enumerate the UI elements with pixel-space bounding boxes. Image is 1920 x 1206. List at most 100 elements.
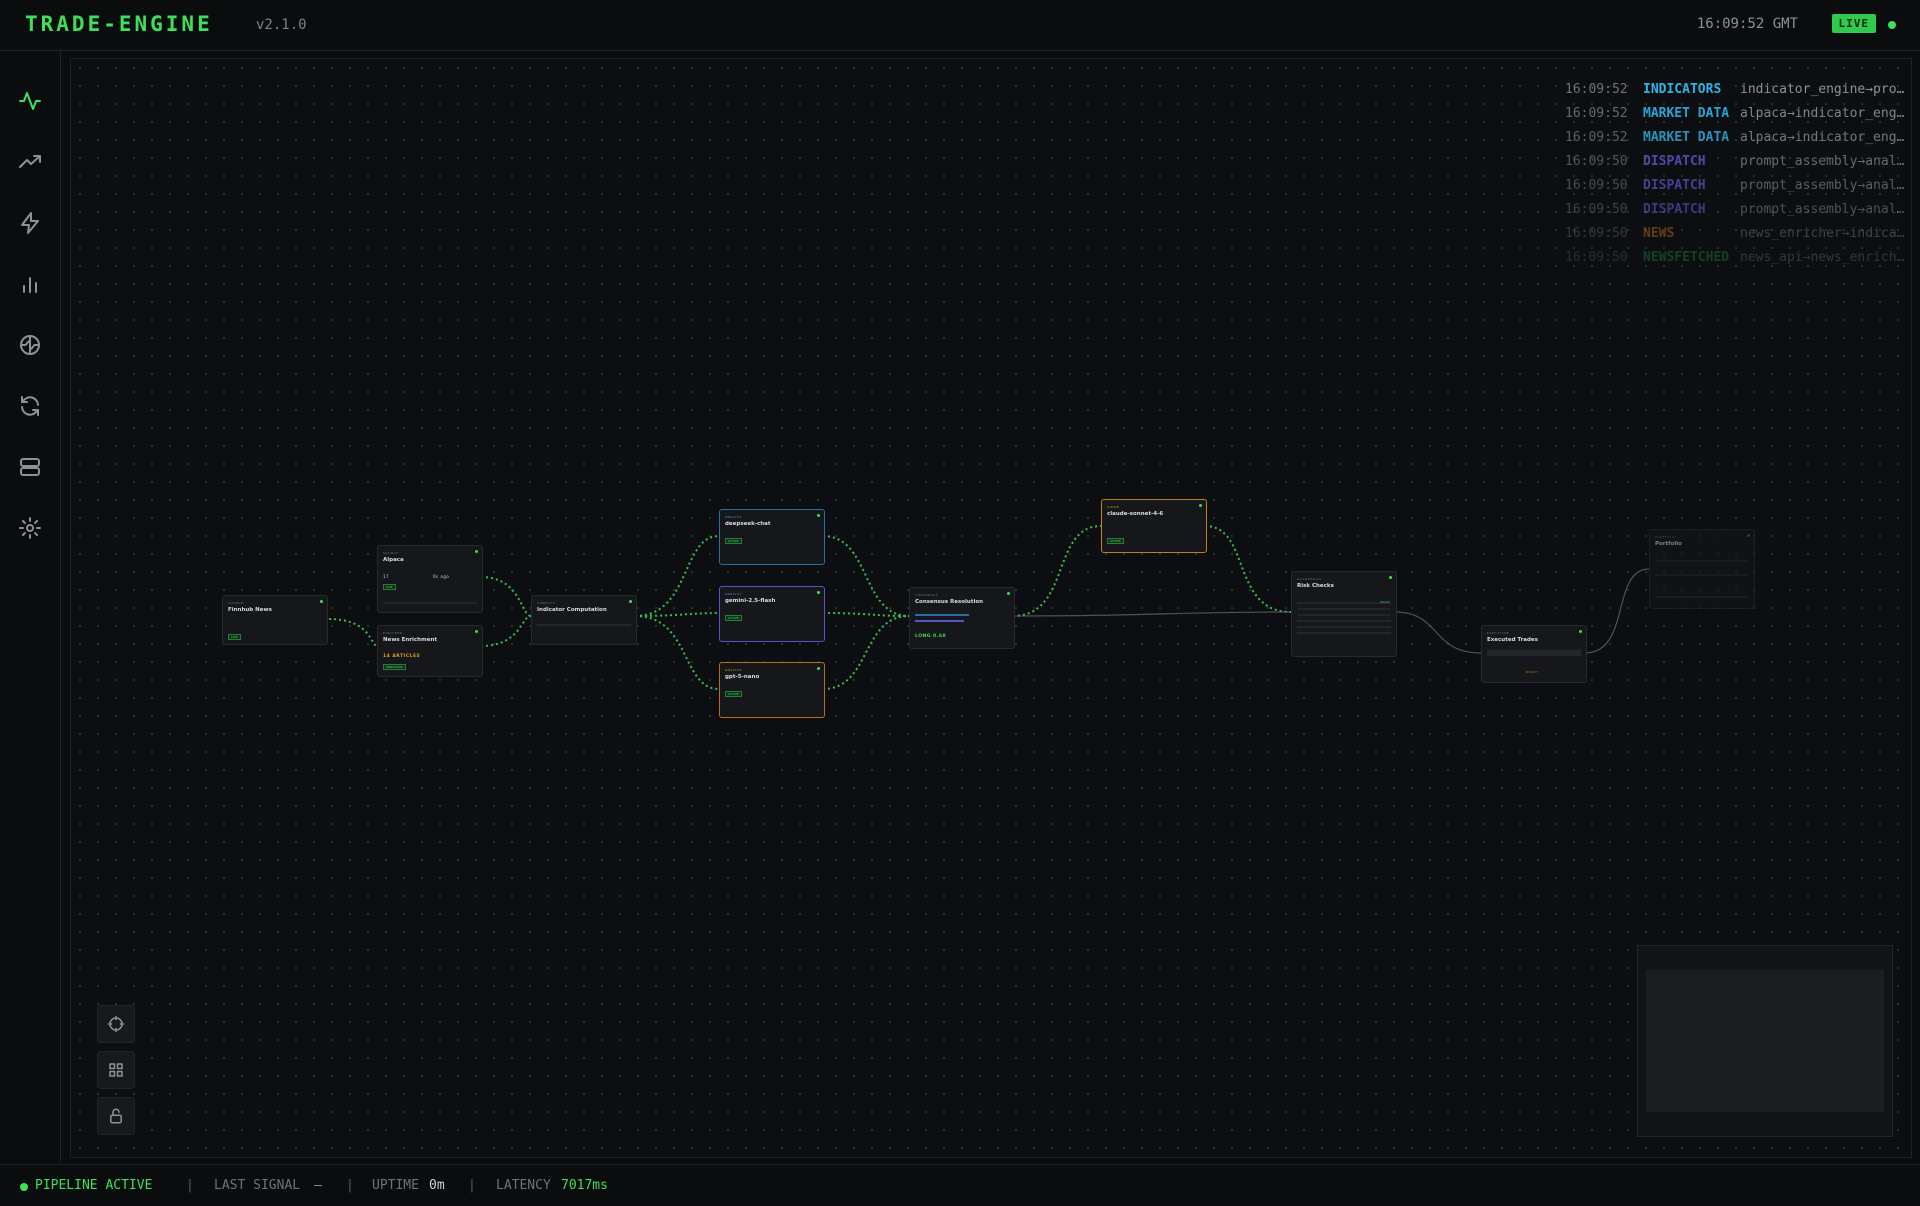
uptime-label: UPTIME [372, 1178, 419, 1193]
wire-enrichment-compute [480, 615, 532, 647]
log-message: prompt_assembly→anal… [1740, 178, 1905, 193]
node-check-row [1297, 620, 1391, 622]
sidebar [0, 51, 61, 1163]
node-check-row [1297, 614, 1391, 616]
node-type: SOURCE [383, 551, 399, 555]
node-alpaca[interactable]: SOURCE Alpaca 17 0s ago LIVE [377, 545, 483, 613]
node-status-dot [1747, 534, 1750, 537]
node-judge-claude[interactable]: JUDGE claude-sonnet-4-6 ACTIVE [1101, 499, 1207, 553]
log-entry: 16:09:50 NEWSFETCHED news_api→news_enrich… [1565, 247, 1905, 271]
node-risk-checks[interactable]: GUARDRAILS Risk Checks PASS [1291, 571, 1397, 657]
log-message: indicator_engine→pro… [1740, 82, 1905, 97]
node-type: EXECUTION [1487, 631, 1509, 635]
wire-judge-risk [1204, 525, 1292, 613]
last-signal-label: LAST SIGNAL [214, 1178, 301, 1193]
node-check-row [1297, 626, 1391, 628]
log-entry: 16:09:52 MARKET DATA alpaca→indicator_eng… [1565, 127, 1905, 151]
node-badge: READY [1526, 670, 1539, 674]
wire-alpaca-compute [480, 576, 532, 617]
sidebar-item-settings[interactable] [16, 514, 44, 542]
gear-icon [19, 517, 41, 539]
node-type: ENRICHER [383, 631, 403, 635]
node-status-dot [1389, 576, 1392, 579]
node-indicator-computation[interactable]: COMPUTE Indicator Computation [531, 595, 637, 645]
wire-consensus-risk [1012, 611, 1292, 617]
log-entry: 16:09:50 DISPATCH prompt_assembly→anal… [1565, 199, 1905, 223]
node-name: Portfolio [1655, 541, 1682, 547]
node-finnhub-news[interactable]: SOURCE Finnhub News LIVE [222, 595, 328, 645]
grid-button[interactable] [97, 1051, 135, 1089]
node-badge: ACTIVE [725, 538, 742, 544]
sidebar-item-sync[interactable] [16, 392, 44, 420]
node-badge: LIVE [228, 634, 241, 640]
log-message: prompt_assembly→anal… [1740, 154, 1905, 169]
node-badge: ACTIVE [725, 615, 742, 621]
lock-button[interactable] [97, 1097, 135, 1135]
sidebar-item-signals[interactable] [16, 209, 44, 237]
node-analyst-gemini[interactable]: ANALYST gemini-2.5-flash ACTIVE [719, 586, 825, 642]
log-time: 16:09:50 [1565, 178, 1628, 193]
node-type: JUDGE [1107, 505, 1120, 509]
brain-icon [20, 335, 40, 355]
node-type: COMPUTE [537, 601, 556, 605]
node-status-dot [629, 600, 632, 603]
latency-value: 7017ms [561, 1178, 608, 1193]
node-consensus[interactable]: CONSENSUS Consensus Resolution LONG 0.68 [909, 587, 1015, 649]
server-icon [20, 458, 40, 476]
node-portfolio[interactable]: PORTFOLIO Portfolio [1649, 529, 1755, 609]
log-category: DISPATCH [1643, 178, 1706, 193]
sidebar-item-models[interactable] [16, 331, 44, 359]
log-category: DISPATCH [1643, 202, 1706, 217]
recenter-button[interactable] [97, 1005, 135, 1043]
node-executed-trades[interactable]: EXECUTION Executed Trades READY [1481, 625, 1587, 683]
sidebar-item-infrastructure[interactable] [16, 453, 44, 481]
pipeline-status: PIPELINE ACTIVE [35, 1178, 153, 1193]
bar-chart-icon [23, 277, 37, 293]
node-status-dot [320, 600, 323, 603]
sidebar-item-trends[interactable] [16, 148, 44, 176]
activity-icon [19, 92, 41, 110]
node-type: PORTFOLIO [1655, 535, 1677, 539]
wire-consensus-judge [1012, 525, 1102, 617]
node-badge: ENRICHING [383, 664, 406, 670]
pipeline-status-dot [20, 1183, 28, 1191]
node-name: gpt-5-nano [725, 674, 760, 680]
top-bar: TRADE-ENGINE v2.1.0 16:09:52 GMT LIVE [0, 0, 1920, 51]
trending-up-icon [19, 155, 41, 168]
minimap[interactable] [1637, 945, 1893, 1137]
grid-icon [109, 1063, 123, 1077]
node-name: Executed Trades [1487, 637, 1538, 643]
log-entry: 16:09:52 INDICATORS indicator_engine→pro… [1565, 79, 1905, 103]
wire-finnhub-enrichment [328, 618, 378, 647]
node-status-dot [817, 514, 820, 517]
node-news-enrichment[interactable]: ENRICHER News Enrichment 14 ARTICLES ENR… [377, 625, 483, 677]
log-message: alpaca→indicator_eng… [1740, 130, 1905, 145]
sidebar-item-analytics[interactable] [16, 270, 44, 298]
node-name: Risk Checks [1297, 583, 1334, 589]
live-badge: LIVE [1831, 14, 1876, 33]
node-check-row [1297, 632, 1391, 634]
node-analyst-deepseek[interactable]: ANALYST deepseek-chat ACTIVE [719, 509, 825, 565]
pipeline-canvas[interactable]: SOURCE Finnhub News LIVE SOURCE Alpaca 1… [70, 58, 1912, 1158]
app-version: v2.1.0 [256, 17, 307, 33]
minimap-viewport[interactable] [1646, 970, 1884, 1112]
node-detail: LONG 0.68 [915, 634, 947, 639]
node-stat-row [1655, 560, 1749, 562]
log-time: 16:09:50 [1565, 154, 1628, 169]
recenter-icon [107, 1015, 125, 1033]
log-category: INDICATORS [1643, 82, 1722, 97]
node-vote-bar [915, 614, 969, 616]
node-vote-bar [915, 620, 964, 622]
node-type: CONSENSUS [915, 593, 939, 597]
uptime-value: 0m [429, 1178, 445, 1193]
latency-label: LATENCY [496, 1178, 551, 1193]
sidebar-item-activity[interactable] [16, 87, 44, 115]
log-time: 16:09:52 [1565, 82, 1628, 97]
log-message: alpaca→indicator_eng… [1740, 106, 1905, 121]
node-stat-count: 17 [383, 574, 390, 579]
refresh-icon [21, 396, 39, 416]
node-analyst-gpt[interactable]: ANALYST gpt-5-nano ACTIVE [719, 662, 825, 718]
event-log: 16:09:52 INDICATORS indicator_engine→pro… 1… [1565, 79, 1905, 271]
node-status-dot [817, 667, 820, 670]
status-bar: PIPELINE ACTIVE | LAST SIGNAL — | UPTIME… [0, 1164, 1920, 1206]
